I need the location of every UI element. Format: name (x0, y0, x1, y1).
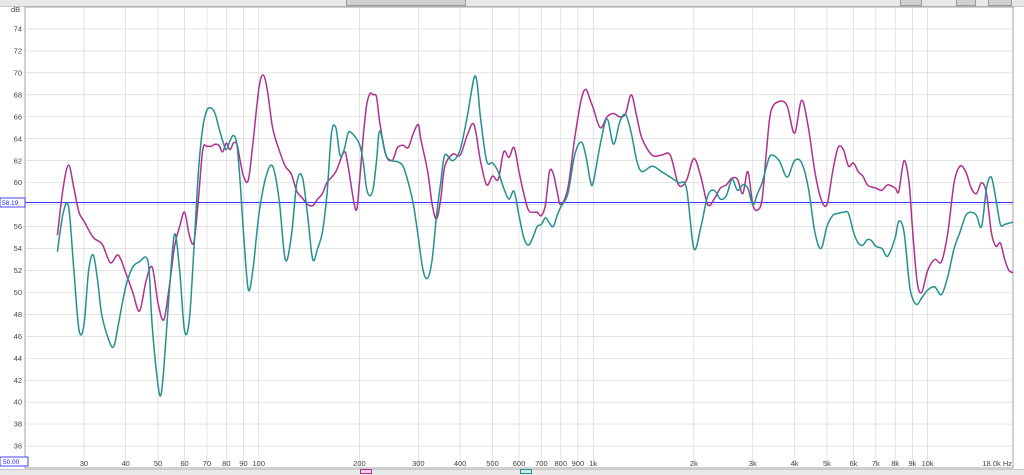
y-tick-label: 38 (14, 420, 22, 429)
y-axis: 3638404244464850525456586062646668707274 (14, 25, 22, 451)
x-tick-label: 900 (572, 459, 585, 468)
x-tick-label: 500 (486, 459, 499, 468)
reference-value-label: 58.19 (2, 200, 19, 207)
y-tick-label: 46 (14, 332, 22, 341)
x-tick-label: 100 (253, 459, 266, 468)
x-tick-label: 600 (513, 459, 526, 468)
y-tick-label: 60 (14, 178, 22, 187)
x-tick-label: 5k (823, 459, 831, 468)
x-tick-label: 40 (122, 459, 130, 468)
x-tick-label: 10k (922, 459, 934, 468)
x-tick-label: 30 (80, 459, 88, 468)
y-tick-label: 36 (14, 442, 22, 451)
x-tick-label: 18.0k Hz (982, 459, 1012, 468)
x-tick-label: 200 (353, 459, 366, 468)
y-tick-label: 56 (14, 222, 22, 231)
y-tick-label: 48 (14, 310, 22, 319)
x-tick-label: 50 (154, 459, 162, 468)
x-tick-label: 1k (589, 459, 597, 468)
corner-value-box[interactable]: 50.00 (0, 456, 29, 467)
x-tick-label: 300 (412, 459, 425, 468)
frequency-response-chart[interactable]: 3638404244464850525456586062646668707274… (0, 0, 1024, 474)
y-tick-label: 44 (14, 354, 22, 363)
y-tick-label: 68 (14, 90, 22, 99)
x-tick-label: 90 (239, 459, 247, 468)
legend-swatch[interactable] (520, 469, 532, 474)
y-tick-label: 54 (14, 244, 22, 253)
y-tick-label: 72 (14, 47, 22, 56)
x-tick-label: 3k (749, 459, 757, 468)
x-tick-label: 60 (180, 459, 188, 468)
y-tick-label: 70 (14, 68, 22, 77)
y-tick-label: 40 (14, 398, 22, 407)
y-tick-label: 52 (14, 266, 22, 275)
x-tick-label: 2k (690, 459, 698, 468)
x-tick-label: 700 (535, 459, 548, 468)
y-tick-label: 74 (14, 25, 22, 34)
x-tick-label: 6k (849, 459, 857, 468)
x-tick-label: 800 (555, 459, 568, 468)
y-tick-label: 50 (14, 288, 22, 297)
legend-bar (0, 469, 1024, 475)
x-tick-label: 80 (222, 459, 230, 468)
corner-value-label: 50.00 (3, 459, 20, 466)
y-tick-label: 42 (14, 376, 22, 385)
x-tick-label: 4k (791, 459, 799, 468)
x-tick-label: 7k (872, 459, 880, 468)
y-tick-label: 64 (14, 134, 22, 143)
x-tick-label: 400 (454, 459, 467, 468)
y-tick-label: 62 (14, 156, 22, 165)
y-tick-label: 66 (14, 112, 22, 121)
y-axis-unit-label: dB (11, 5, 20, 14)
x-tick-label: 9k (908, 459, 916, 468)
legend-swatch[interactable] (360, 469, 372, 474)
x-tick-label: 70 (203, 459, 211, 468)
x-tick-label: 8k (891, 459, 899, 468)
